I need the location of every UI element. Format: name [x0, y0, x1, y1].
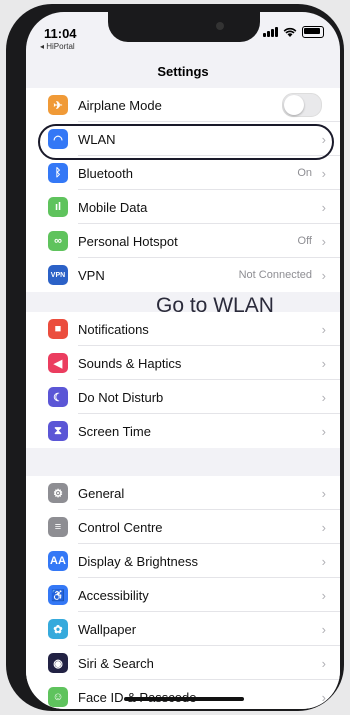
- chevron-right-icon: ›: [321, 389, 326, 405]
- settings-group: ■ Notifications › ◀ Sounds & Haptics › ☾ Do Not…: [26, 312, 340, 448]
- settings-row-label: Screen Time: [78, 423, 151, 439]
- settings-row-label: Mobile Data: [78, 199, 148, 215]
- settings-row-label: Sounds & Haptics: [78, 355, 182, 371]
- display-icon: AA: [48, 551, 68, 571]
- moon-icon: ☾: [48, 387, 68, 407]
- chevron-right-icon: ›: [321, 321, 326, 337]
- chevron-right-icon: ›: [321, 485, 326, 501]
- instruction-annotation: Go to WLAN: [156, 294, 274, 317]
- antenna-icon: ıl: [48, 197, 68, 217]
- battery-icon: [302, 26, 324, 38]
- wallpaper-icon: ✿: [48, 619, 68, 639]
- settings-row-label: General: [78, 485, 125, 501]
- settings-row-label: VPN: [78, 267, 105, 283]
- settings-row-siri-search[interactable]: ◉ Siri & Search ›: [26, 646, 340, 680]
- speaker-icon: ◀: [48, 353, 68, 373]
- settings-row-mobile-data[interactable]: ıl Mobile Data ›: [26, 190, 340, 224]
- settings-row-label: Notifications: [78, 321, 149, 337]
- phone-frame: 11:04 ◂ HiPortal Settings ✈ Airplane Mode…: [6, 4, 344, 711]
- settings-row-bluetooth[interactable]: ᛒ Bluetooth On ›: [26, 156, 340, 190]
- settings-row-control-centre[interactable]: ≡ Control Centre ›: [26, 510, 340, 544]
- settings-row-label: Control Centre: [78, 519, 163, 535]
- settings-row-label: Siri & Search: [78, 655, 154, 671]
- settings-row-sounds-haptics[interactable]: ◀ Sounds & Haptics ›: [26, 346, 340, 380]
- chevron-right-icon: ›: [321, 165, 326, 181]
- settings-row-label: Do Not Disturb: [78, 389, 164, 405]
- screen: 11:04 ◂ HiPortal Settings ✈ Airplane Mode…: [26, 12, 340, 709]
- wifi-status-icon: [283, 27, 297, 37]
- chevron-right-icon: ›: [321, 621, 326, 637]
- settings-row-do-not-disturb[interactable]: ☾ Do Not Disturb ›: [26, 380, 340, 414]
- settings-row-personal-hotspot[interactable]: ∞ Personal Hotspot Off ›: [26, 224, 340, 258]
- gear-icon: ⚙: [48, 483, 68, 503]
- settings-row-display-brightness[interactable]: AA Display & Brightness ›: [26, 544, 340, 578]
- bluetooth-icon: ᛒ: [48, 163, 68, 183]
- chevron-right-icon: ›: [321, 199, 326, 215]
- chevron-right-icon: ›: [321, 519, 326, 535]
- back-to-app-link[interactable]: ◂ HiPortal: [40, 42, 75, 51]
- accessibility-icon: ♿: [48, 585, 68, 605]
- page-title: Settings: [157, 64, 209, 79]
- settings-row-label: Accessibility: [78, 587, 149, 603]
- notch: [108, 12, 260, 42]
- status-time: 11:04: [44, 26, 77, 41]
- settings-row-label: Airplane Mode: [78, 97, 162, 113]
- settings-row-label: Display & Brightness: [78, 553, 198, 569]
- cellular-signal-icon: [263, 27, 278, 37]
- wlan-highlight-outline: [38, 124, 334, 160]
- vpn-icon: VPN: [48, 265, 68, 285]
- settings-group: ✈ Airplane Mode ◠ WLAN › ᛒ Bluetooth On › ıl Mobil…: [26, 88, 340, 292]
- chevron-right-icon: ›: [321, 587, 326, 603]
- settings-row-value: On: [297, 167, 312, 179]
- airplane-icon: ✈: [48, 95, 68, 115]
- settings-row-accessibility[interactable]: ♿ Accessibility ›: [26, 578, 340, 612]
- chevron-right-icon: ›: [321, 355, 326, 371]
- settings-row-screen-time[interactable]: ⧗ Screen Time ›: [26, 414, 340, 448]
- siri-icon: ◉: [48, 653, 68, 673]
- chevron-right-icon: ›: [321, 553, 326, 569]
- settings-row-label: Personal Hotspot: [78, 233, 178, 249]
- settings-row-value: Off: [297, 235, 312, 247]
- status-indicators: [263, 26, 324, 38]
- settings-row-wallpaper[interactable]: ✿ Wallpaper ›: [26, 612, 340, 646]
- faceid-icon: ☺: [48, 687, 68, 707]
- settings-row-airplane-mode[interactable]: ✈ Airplane Mode: [26, 88, 340, 122]
- settings-row-label: Bluetooth: [78, 165, 133, 181]
- settings-group: ⚙ General › ≡ Control Centre › AA Display & Bri…: [26, 476, 340, 709]
- settings-row-vpn[interactable]: VPN VPN Not Connected ›: [26, 258, 340, 292]
- chevron-right-icon: ›: [321, 233, 326, 249]
- hotspot-icon: ∞: [48, 231, 68, 251]
- chevron-right-icon: ›: [321, 423, 326, 439]
- chevron-right-icon: ›: [321, 689, 326, 705]
- chevron-right-icon: ›: [321, 267, 326, 283]
- switches-icon: ≡: [48, 517, 68, 537]
- home-indicator[interactable]: [124, 697, 244, 701]
- settings-row-face-id-passcode[interactable]: ☺Face ID & Passcode›: [26, 680, 340, 709]
- front-camera: [216, 22, 224, 30]
- notifications-icon: ■: [48, 319, 68, 339]
- settings-row-general[interactable]: ⚙ General ›: [26, 476, 340, 510]
- settings-row-value: Not Connected: [238, 269, 312, 281]
- settings-row-label: Wallpaper: [78, 621, 137, 637]
- hourglass-icon: ⧗: [48, 421, 68, 441]
- chevron-right-icon: ›: [321, 655, 326, 671]
- airplane-mode-toggle[interactable]: [282, 93, 322, 117]
